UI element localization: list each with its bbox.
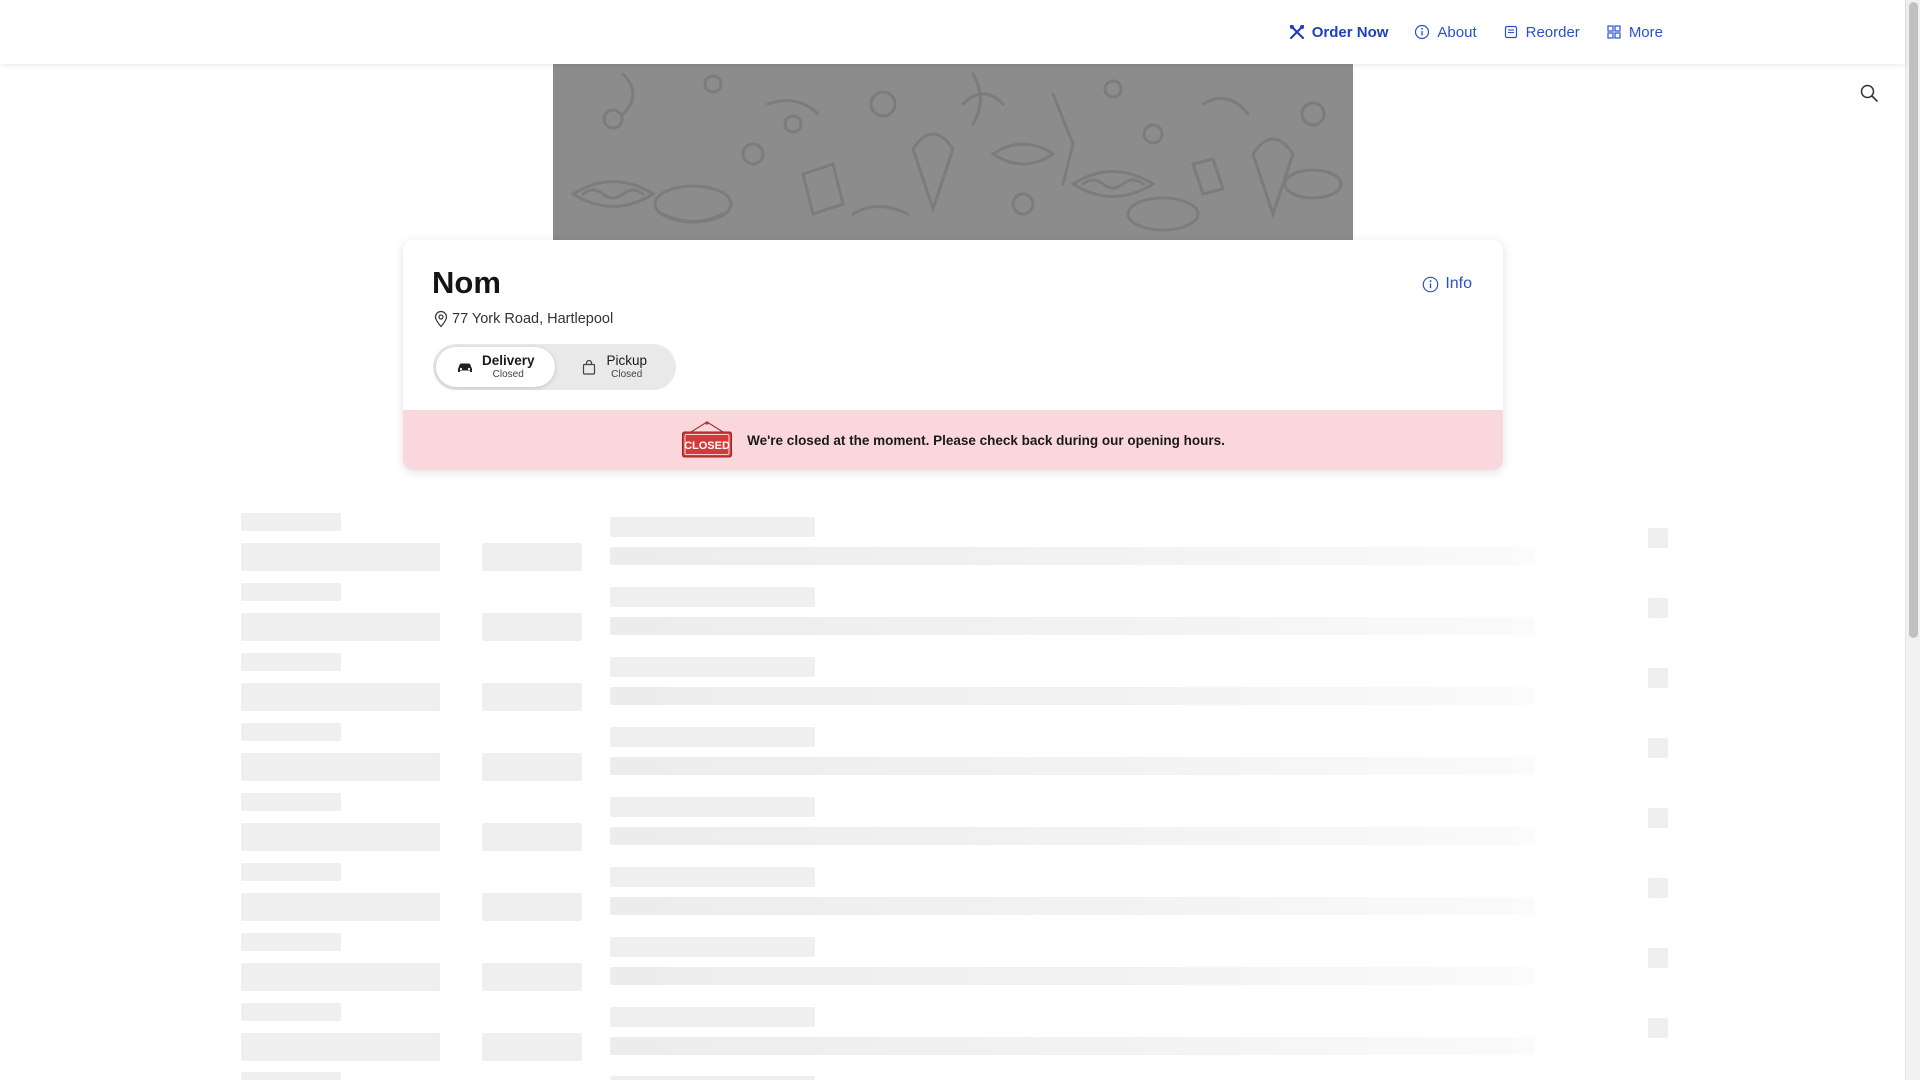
skeleton-item-title <box>610 587 815 607</box>
store-name: Nom <box>432 265 501 300</box>
skeleton-item-title <box>610 1076 815 1080</box>
store-banner-image <box>553 64 1353 240</box>
skeleton-item-title <box>610 517 815 537</box>
location-pin-icon <box>434 310 448 328</box>
skeleton-item-title <box>610 657 815 677</box>
skeleton-category-header <box>241 1003 341 1021</box>
mode-pickup-text: Pickup Closed <box>606 353 648 380</box>
skeleton-category-header <box>241 793 341 811</box>
nav-reorder[interactable]: Reorder <box>1503 24 1580 41</box>
skeleton-category-item <box>482 613 582 641</box>
page-scrollbar[interactable] <box>1905 0 1920 1080</box>
mode-delivery-status: Closed <box>492 368 524 380</box>
car-icon <box>457 363 472 372</box>
skeleton-item-title <box>610 937 815 957</box>
skeleton-category-header <box>241 863 341 881</box>
skeleton-item-title <box>610 797 815 817</box>
store-info-label: Info <box>1445 275 1472 292</box>
scrollbar-thumb[interactable] <box>1909 2 1918 638</box>
mode-pickup-label: Pickup <box>606 353 648 369</box>
skeleton-category-header <box>241 513 341 531</box>
skeleton-item-description <box>610 967 1535 985</box>
skeleton-item-description <box>610 897 1535 915</box>
skeleton-category-item <box>482 893 582 921</box>
skeleton-item-description <box>610 547 1535 565</box>
nav-order-now[interactable]: Order Now <box>1289 23 1389 41</box>
skeleton-category-item <box>241 613 440 641</box>
skeleton-category-item <box>482 823 582 851</box>
skeleton-category-header <box>241 933 341 951</box>
nav-order-now-label: Order Now <box>1311 23 1389 41</box>
nav-about-label: About <box>1437 23 1477 41</box>
skeleton-item-thumb <box>1648 948 1668 968</box>
info-circle-icon <box>1423 276 1439 292</box>
skeleton-item-title <box>610 1007 815 1027</box>
store-info-card: Nom 77 York Road, Hartlepool Info Delive… <box>403 240 1503 470</box>
closed-sign-text: CLOSED <box>684 440 730 452</box>
main-nav: Order Now About Reorder More <box>1289 0 1663 64</box>
skeleton-category-item <box>482 1033 582 1061</box>
closed-notice: CLOSED We're closed at the moment. Pleas… <box>403 410 1503 470</box>
skeleton-item-thumb <box>1648 808 1668 828</box>
skeleton-category-item <box>241 893 440 921</box>
mode-delivery-text: Delivery Closed <box>481 353 535 380</box>
skeleton-category-item <box>482 753 582 781</box>
nav-reorder-label: Reorder <box>1525 23 1580 41</box>
nav-more[interactable]: More <box>1606 24 1663 41</box>
skeleton-category-item <box>241 823 440 851</box>
skeleton-category-item <box>241 1033 440 1061</box>
skeleton-item-description <box>610 1037 1535 1055</box>
utensils-icon <box>1289 24 1304 40</box>
store-address: 77 York Road, Hartlepool <box>433 310 613 328</box>
nav-about[interactable]: About <box>1414 23 1477 41</box>
skeleton-item-thumb <box>1648 878 1668 898</box>
skeleton-item-thumb <box>1648 1018 1668 1038</box>
skeleton-item-description <box>610 687 1535 705</box>
closed-message: We're closed at the moment. Please check… <box>747 432 1225 448</box>
food-doodle-pattern <box>570 72 1343 232</box>
skeleton-category-header <box>241 583 341 601</box>
nav-more-label: More <box>1628 23 1663 41</box>
store-info-link[interactable]: Info <box>1422 275 1472 293</box>
skeleton-category-item <box>482 963 582 991</box>
mode-delivery-label: Delivery <box>481 353 535 369</box>
info-circle-icon <box>1415 24 1430 40</box>
receipt-icon <box>1504 25 1517 39</box>
search-icon <box>1860 84 1878 102</box>
mode-delivery-button[interactable]: Delivery Closed <box>436 347 555 387</box>
store-address-text: 77 York Road, Hartlepool <box>452 311 614 327</box>
skeleton-category-item <box>241 753 440 781</box>
order-mode-toggle: Delivery Closed Pickup Closed <box>433 344 676 390</box>
skeleton-item-thumb <box>1648 668 1668 688</box>
skeleton-item-thumb <box>1648 598 1668 618</box>
skeleton-category-item <box>482 543 582 571</box>
skeleton-item-description <box>610 827 1535 845</box>
skeleton-category-item <box>482 683 582 711</box>
skeleton-category-header <box>241 653 341 671</box>
grid-icon <box>1607 25 1621 39</box>
mode-pickup-status: Closed <box>611 368 643 380</box>
skeleton-category-item <box>241 683 440 711</box>
skeleton-category-header <box>241 1072 341 1080</box>
skeleton-category-header <box>241 723 341 741</box>
top-header: Order Now About Reorder More <box>0 0 1905 64</box>
skeleton-item-description <box>610 617 1535 635</box>
mode-pickup-button[interactable]: Pickup Closed <box>555 347 674 387</box>
skeleton-item-thumb <box>1648 738 1668 758</box>
bag-icon <box>583 359 596 375</box>
skeleton-category-item <box>241 963 440 991</box>
closed-sign-icon: CLOSED <box>682 421 733 458</box>
skeleton-item-title <box>610 867 815 887</box>
search-button[interactable] <box>1859 83 1879 103</box>
skeleton-category-item <box>241 543 440 571</box>
skeleton-item-description <box>610 757 1535 775</box>
skeleton-item-title <box>610 727 815 747</box>
skeleton-item-thumb <box>1648 528 1668 548</box>
